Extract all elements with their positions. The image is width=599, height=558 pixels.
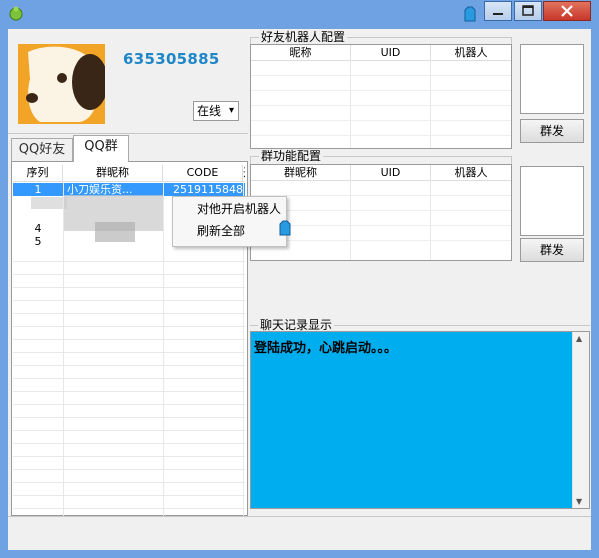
column-header-group-nickname[interactable]: 群昵称	[251, 165, 351, 180]
column-header-code[interactable]: CODE	[163, 165, 243, 181]
app-icon	[9, 6, 23, 21]
skin-icon[interactable]	[462, 5, 478, 23]
client-area: 635305885 在线 ▾ QQ好友 QQ群 序列 群昵称 CODE 开 1 …	[8, 29, 591, 550]
friend-image-box	[520, 44, 584, 114]
grid-line	[13, 313, 245, 314]
grid-line	[13, 391, 245, 392]
grid-line	[13, 365, 245, 366]
grid-line	[13, 352, 245, 353]
column-header-uid[interactable]: UID	[351, 165, 431, 180]
grid-line	[163, 181, 164, 517]
chat-log-text: 登陆成功，心跳启动。。。	[254, 341, 398, 356]
column-header-nickname[interactable]: 昵称	[251, 45, 351, 60]
grid-line	[251, 75, 511, 76]
table-header: 昵称 UID 机器人	[251, 45, 511, 61]
dog-avatar-icon	[18, 44, 105, 124]
menu-item-refresh-all[interactable]: 刷新全部	[197, 223, 245, 239]
context-menu: 对他开启机器人 刷新全部	[172, 196, 291, 247]
grid-line	[251, 105, 511, 106]
row-seq: 5	[34, 235, 42, 248]
group-broadcast-button[interactable]: 群发	[520, 238, 584, 262]
friend-broadcast-button[interactable]: 群发	[520, 119, 584, 143]
shirt-icon	[279, 220, 291, 236]
group-config-title: 群功能配置	[259, 149, 324, 163]
grid-line	[251, 135, 511, 136]
grid-line	[251, 210, 511, 211]
grid-line	[430, 180, 431, 260]
grid-line	[13, 300, 245, 301]
table-header: 序列 群昵称 CODE 开	[13, 165, 245, 182]
grid-line	[13, 508, 245, 509]
grid-line	[251, 90, 511, 91]
grid-line	[251, 120, 511, 121]
menu-item-enable-robot[interactable]: 对他开启机器人	[197, 201, 281, 217]
grid-line	[251, 195, 511, 196]
grid-line	[13, 326, 245, 327]
grid-line	[13, 287, 245, 288]
maximize-button[interactable]	[514, 1, 542, 21]
close-button[interactable]	[543, 1, 591, 21]
grid-line	[251, 240, 511, 241]
grid-line	[13, 469, 245, 470]
chat-log-textarea[interactable]: 登陆成功，心跳启动。。。 ▲ ▼	[250, 331, 590, 509]
grid-line	[13, 404, 245, 405]
title-bar[interactable]	[0, 0, 599, 28]
status-value: 在线	[197, 104, 222, 118]
grid-line	[63, 181, 64, 517]
avatar	[18, 44, 105, 124]
column-header-robot[interactable]: 机器人	[431, 165, 511, 180]
minimize-button[interactable]	[484, 1, 512, 21]
table-header: 群昵称 UID 机器人	[251, 165, 511, 181]
tab-qq-friends[interactable]: QQ好友	[11, 138, 73, 162]
grid-line	[13, 339, 245, 340]
tab-qq-group[interactable]: QQ群	[73, 135, 129, 162]
qq-number: 635305885	[123, 50, 220, 68]
grid-line	[13, 495, 245, 496]
chevron-down-icon: ▾	[228, 105, 234, 116]
scroll-down-icon[interactable]: ▼	[576, 497, 582, 506]
grid-line	[13, 482, 245, 483]
group-config-table[interactable]: 群昵称 UID 机器人	[250, 164, 512, 261]
row-seq: 1	[34, 183, 42, 196]
application-window: 635305885 在线 ▾ QQ好友 QQ群 序列 群昵称 CODE 开 1 …	[0, 0, 599, 558]
friend-robot-title: 好友机器人配置	[259, 30, 348, 44]
row-seq: 4	[34, 222, 42, 235]
column-header-name[interactable]: 群昵称	[63, 165, 163, 181]
status-select[interactable]: 在线 ▾	[193, 101, 239, 121]
column-header-seq[interactable]: 序列	[13, 165, 63, 181]
divider	[8, 516, 591, 517]
grid-line	[13, 443, 245, 444]
divider	[8, 133, 248, 134]
redaction-blur	[31, 197, 67, 209]
scroll-up-icon[interactable]: ▲	[576, 334, 582, 343]
redaction-blur	[95, 222, 135, 242]
row-code: 2519115848	[173, 183, 243, 196]
grid-line	[13, 274, 245, 275]
group-image-box	[520, 166, 584, 236]
column-header-robot[interactable]: 机器人	[431, 45, 511, 60]
chat-log-scrollbar[interactable]: ▲ ▼	[572, 332, 589, 508]
grid-line	[13, 378, 245, 379]
grid-line	[350, 180, 351, 260]
column-header-uid[interactable]: UID	[351, 45, 431, 60]
chat-log-title: 聊天记录显示	[258, 318, 335, 332]
friend-robot-table[interactable]: 昵称 UID 机器人	[250, 44, 512, 149]
grid-line	[13, 456, 245, 457]
grid-line	[13, 417, 245, 418]
grid-line	[13, 261, 245, 262]
column-header-extra[interactable]: 开	[243, 165, 245, 181]
grid-line	[13, 430, 245, 431]
